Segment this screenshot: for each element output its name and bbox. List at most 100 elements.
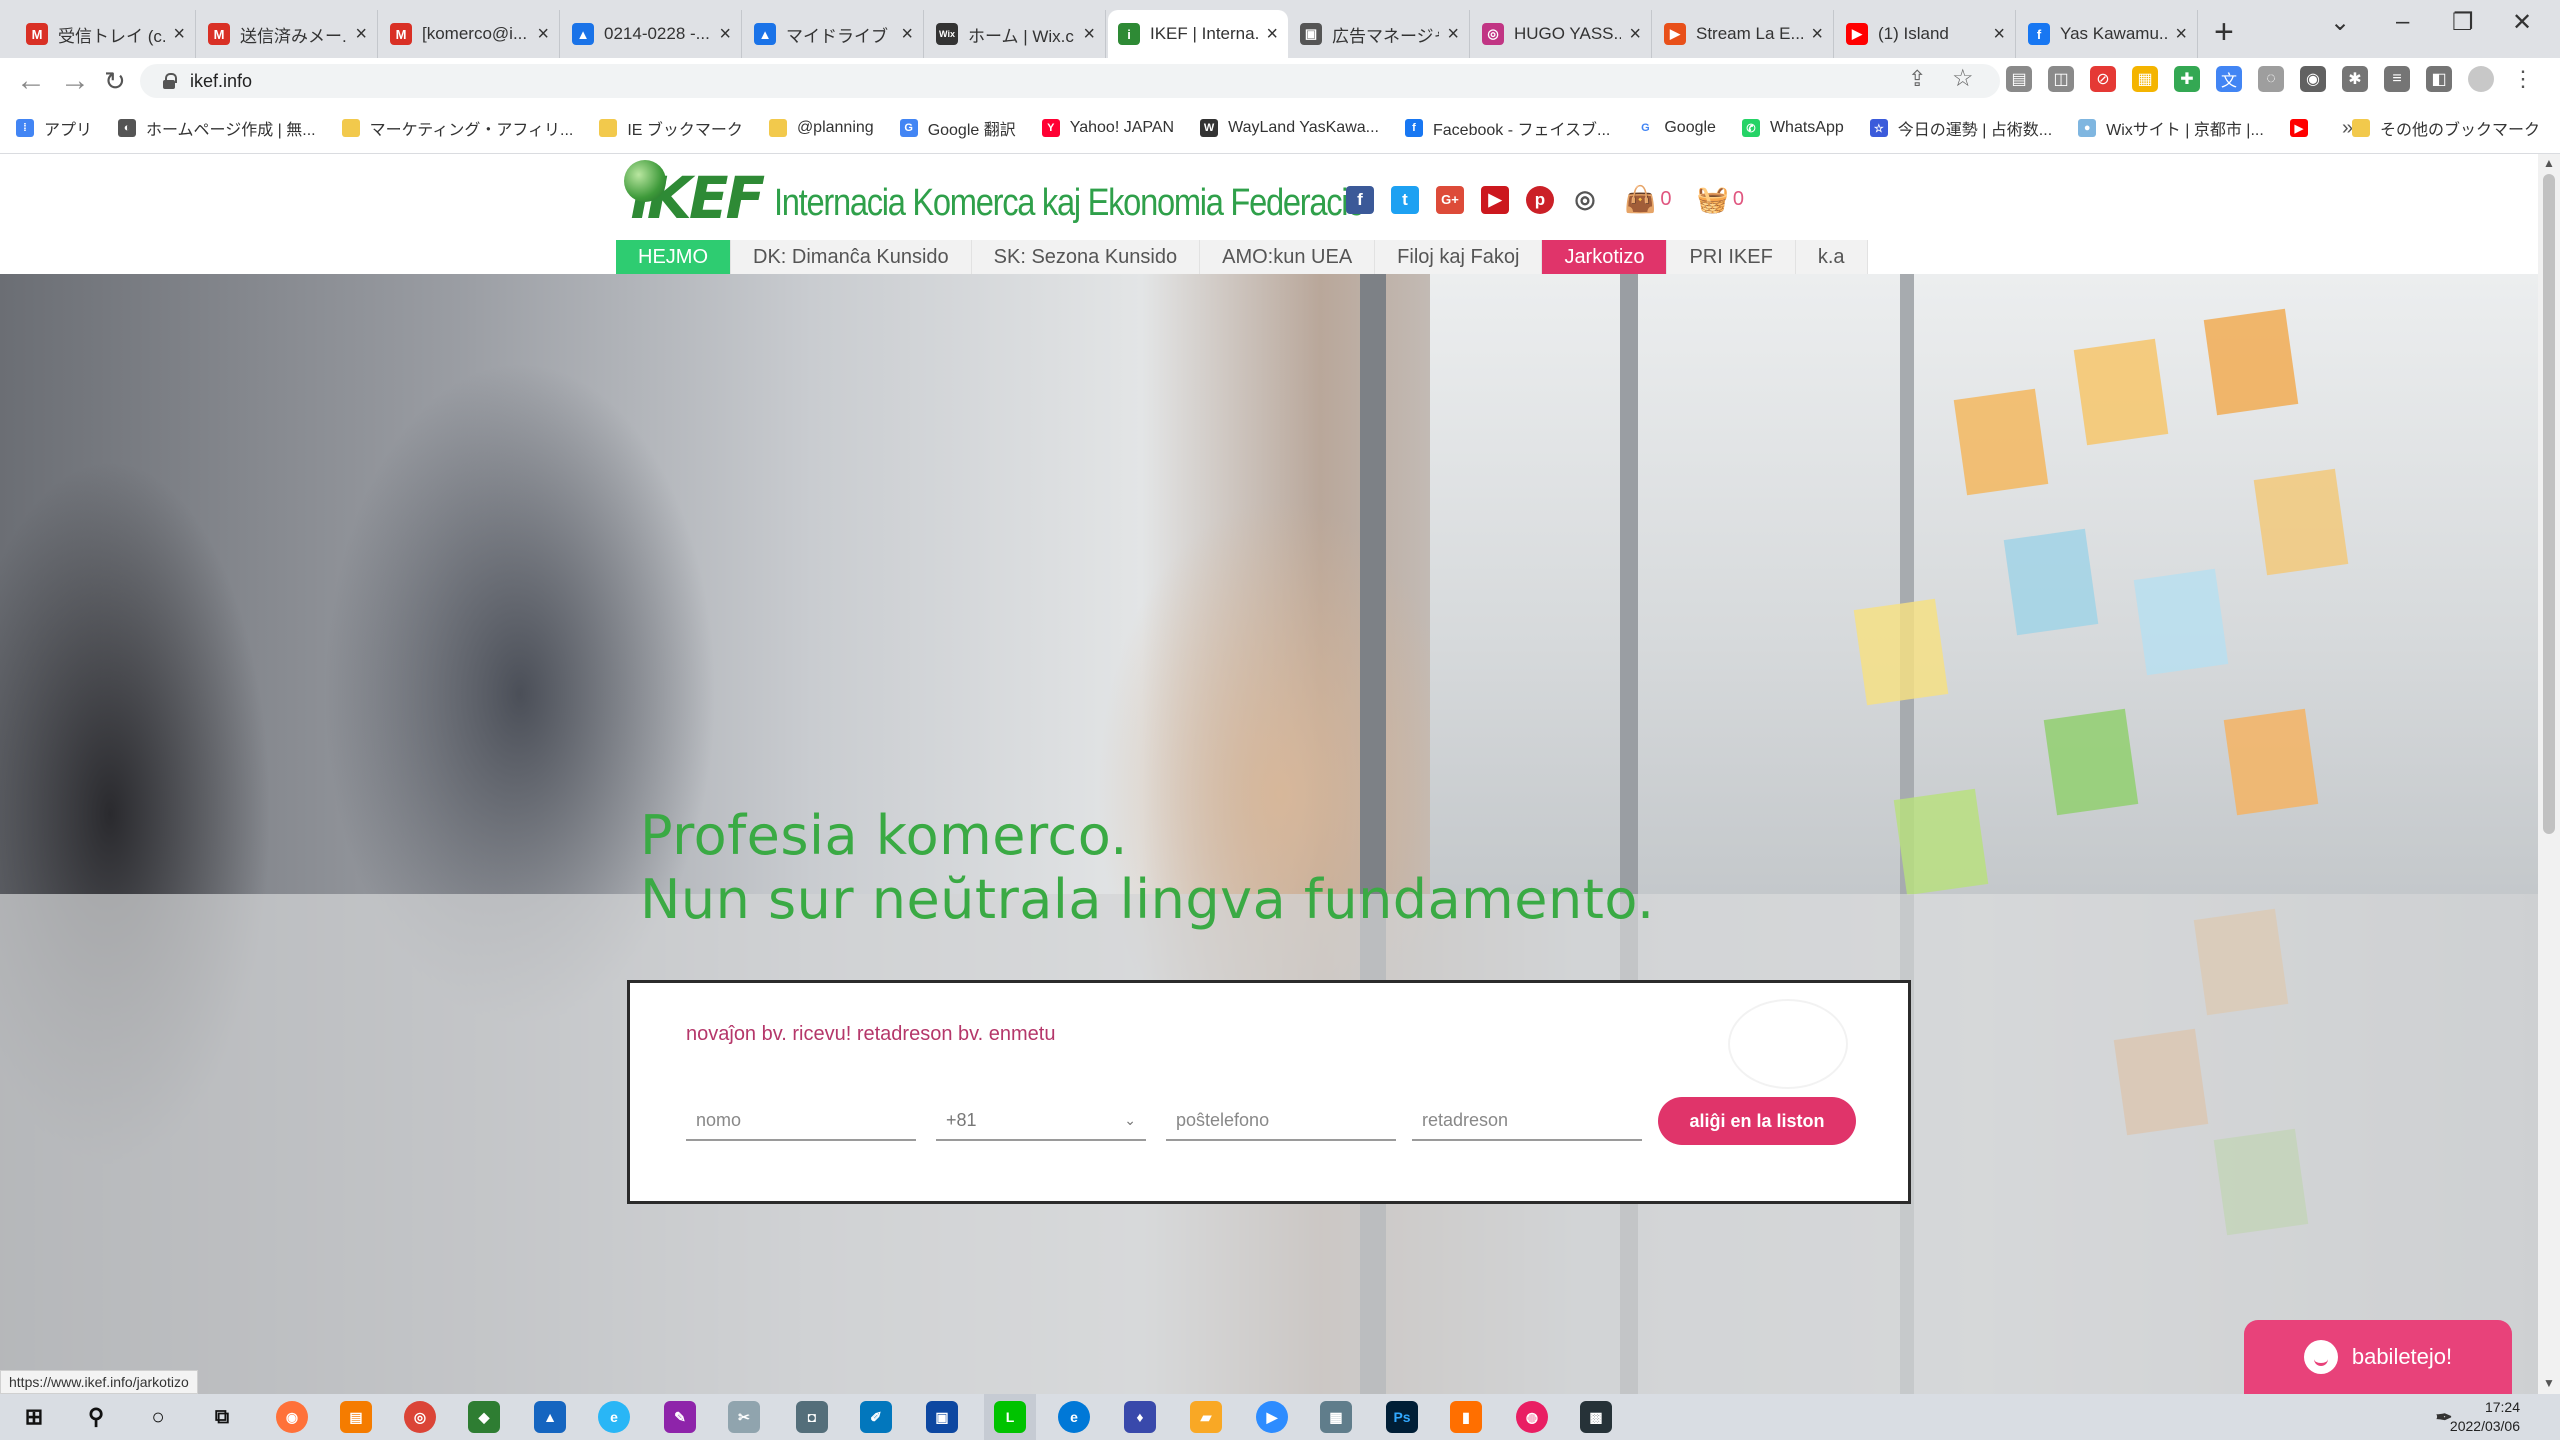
bookmark-item[interactable]: ☆ 今日の運勢 | 占術数...	[1869, 116, 2052, 140]
nav-item-amo-kun-uea[interactable]: AMO:kun UEA	[1200, 240, 1376, 274]
translate-extension-icon[interactable]: 文	[2216, 66, 2242, 92]
bookmark-item[interactable]: f Facebook - フェイスブ...	[1405, 116, 1610, 140]
browser-tab[interactable]: ▶ (1) Island ×	[1836, 10, 2016, 58]
new-tab-button[interactable]: +	[2214, 14, 2234, 50]
app-icon[interactable]: ✐	[860, 1401, 892, 1433]
forward-icon[interactable]: →	[60, 64, 90, 98]
tab-close-icon[interactable]: ×	[1811, 23, 1823, 46]
join-list-button[interactable]: aliĝi en la liston	[1658, 1097, 1856, 1145]
tab-close-icon[interactable]: ×	[1447, 23, 1459, 46]
app-icon[interactable]: ♦	[1124, 1401, 1156, 1433]
page-scrollbar[interactable]: ▲ ▼	[2538, 154, 2560, 1394]
nav-item-filoj-kaj-fakoj[interactable]: Filoj kaj Fakoj	[1375, 240, 1543, 274]
nav-item-dk-diman-a-kunsido[interactable]: DK: Dimanĉa Kunsido	[731, 240, 972, 274]
google-plus-icon[interactable]: G+	[1436, 185, 1464, 214]
nav-item-jarkotizo[interactable]: Jarkotizo	[1542, 240, 1668, 274]
file-explorer-icon[interactable]: ▰	[1190, 1401, 1222, 1433]
extension-icon[interactable]: ▦	[2132, 66, 2158, 92]
app-icon[interactable]: ▣	[926, 1401, 958, 1433]
app-icon[interactable]: ✂	[728, 1401, 760, 1433]
edge-icon[interactable]: e	[1058, 1401, 1090, 1433]
app-icon[interactable]: ▩	[1580, 1401, 1612, 1433]
bookmark-item[interactable]: ⁞ アプリ	[16, 116, 92, 140]
extension-icon[interactable]: ◌	[2258, 66, 2284, 92]
reading-list-icon[interactable]: ≡	[2384, 66, 2410, 92]
tab-close-icon[interactable]: ×	[355, 23, 367, 46]
other-bookmarks-folder[interactable]: その他のブックマーク	[2351, 102, 2540, 154]
extension-icon[interactable]: ◉	[2300, 66, 2326, 92]
search-icon[interactable]: ⚲	[80, 1401, 112, 1433]
bookmark-item[interactable]: ◐ ホームページ作成 | 無...	[118, 116, 316, 140]
line-app-icon[interactable]: L	[994, 1401, 1026, 1433]
task-view-icon[interactable]: ⧉	[206, 1401, 238, 1433]
scroll-up-icon[interactable]: ▲	[2543, 156, 2555, 170]
close-window-icon[interactable]: ✕	[2512, 8, 2532, 37]
share-icon[interactable]: ⇪	[1908, 66, 1926, 92]
extension-icon[interactable]: ⊘	[2090, 66, 2116, 92]
bookmark-item[interactable]: @planning	[768, 119, 874, 137]
app-icon[interactable]: e	[598, 1401, 630, 1433]
nav-item-sk-sezona-kunsido[interactable]: SK: Sezona Kunsido	[971, 240, 1201, 274]
extensions-puzzle-icon[interactable]: ✱	[2342, 66, 2368, 92]
browser-tab[interactable]: f Yas Kawamu... ×	[2018, 10, 2198, 58]
tab-search-icon[interactable]: ⌄	[2330, 8, 2350, 37]
browser-tab[interactable]: ▣ 広告マネージャ... ×	[1290, 10, 1470, 58]
address-bar[interactable]: ikef.info	[140, 64, 2000, 98]
back-icon[interactable]: ←	[16, 64, 46, 98]
scroll-down-icon[interactable]: ▼	[2543, 1376, 2555, 1390]
app-icon[interactable]: ▲	[534, 1401, 566, 1433]
country-code-select[interactable]: +81 ⌄	[936, 1101, 1146, 1141]
bookmark-item[interactable]: G Google 翻訳	[899, 116, 1016, 140]
bookmark-item[interactable]: W WayLand YasKawa...	[1200, 119, 1379, 137]
site-logo[interactable]: iKEF Internacia Komerca kaj Ekonomia Fed…	[624, 158, 1460, 228]
menu-kebab-icon[interactable]: ⋮	[2510, 66, 2536, 92]
scroll-thumb[interactable]	[2543, 174, 2555, 834]
tab-close-icon[interactable]: ×	[1266, 23, 1278, 46]
nav-item-k-a[interactable]: k.a	[1795, 240, 1868, 274]
system-clock[interactable]: 17:24 2022/03/06	[2450, 1398, 2520, 1436]
tab-close-icon[interactable]: ×	[1629, 23, 1641, 46]
cortana-icon[interactable]: ○	[142, 1401, 174, 1433]
email-field[interactable]: retadreson	[1412, 1101, 1642, 1141]
tab-close-icon[interactable]: ×	[901, 23, 913, 46]
app-icon[interactable]: ◆	[468, 1401, 500, 1433]
app-icon[interactable]: ✎	[664, 1401, 696, 1433]
tab-close-icon[interactable]: ×	[173, 23, 185, 46]
tab-close-icon[interactable]: ×	[2175, 23, 2187, 46]
extension-icon[interactable]: ◫	[2048, 66, 2074, 92]
twitter-icon[interactable]: t	[1391, 185, 1419, 214]
photoshop-icon[interactable]: Ps	[1386, 1401, 1418, 1433]
browser-tab[interactable]: ▲ 0214-0228 -... ×	[562, 10, 742, 58]
side-panel-icon[interactable]: ◧	[2426, 66, 2452, 92]
browser-tab[interactable]: ▶ Stream La E... ×	[1654, 10, 1834, 58]
name-field[interactable]: nomo	[686, 1101, 916, 1141]
tab-close-icon[interactable]: ×	[719, 23, 731, 46]
tab-close-icon[interactable]: ×	[1083, 23, 1095, 46]
browser-tab[interactable]: ◎ HUGO YASS... ×	[1472, 10, 1652, 58]
browser-tab[interactable]: ▲ マイドライブ -... ×	[744, 10, 924, 58]
browser-tab[interactable]: M 送信済みメー... ×	[198, 10, 378, 58]
bookmark-item[interactable]: ✆ WhatsApp	[1741, 119, 1844, 137]
windows-start-icon[interactable]: ⊞	[18, 1401, 50, 1433]
chat-button[interactable]: babiletejo!	[2244, 1320, 2512, 1394]
app-icon[interactable]: ▤	[340, 1401, 372, 1433]
app-icon[interactable]: ▮	[1450, 1401, 1482, 1433]
bookmark-item[interactable]: G Google	[1636, 119, 1716, 137]
bookmark-item[interactable]: マーケティング・アフィリ...	[341, 116, 573, 140]
phone-field[interactable]: poŝtelefono	[1166, 1101, 1396, 1141]
tab-close-icon[interactable]: ×	[1993, 23, 2005, 46]
bookmark-star-icon[interactable]: ☆	[1952, 64, 1974, 93]
profile-avatar-icon[interactable]	[2468, 66, 2494, 92]
bookmark-item[interactable]: ▶	[2289, 119, 2318, 137]
extension-icon[interactable]: ▤	[2006, 66, 2032, 92]
bookmark-item[interactable]: ● Wixサイト | 京都市 |...	[2078, 116, 2264, 140]
bookmark-item[interactable]: Y Yahoo! JAPAN	[1041, 119, 1174, 137]
calculator-icon[interactable]: ▦	[1320, 1401, 1352, 1433]
camera-icon[interactable]: ◘	[796, 1401, 828, 1433]
browser-tab[interactable]: Wix ホーム | Wix.c... ×	[926, 10, 1106, 58]
instagram-icon[interactable]: ◎	[1571, 186, 1599, 214]
browser-tab[interactable]: i IKEF | Interna... ×	[1108, 10, 1288, 58]
reload-icon[interactable]: ↻	[104, 64, 126, 98]
nav-item-pri-ikef[interactable]: PRI IKEF	[1667, 240, 1796, 274]
restore-icon[interactable]: ❐	[2452, 8, 2474, 37]
